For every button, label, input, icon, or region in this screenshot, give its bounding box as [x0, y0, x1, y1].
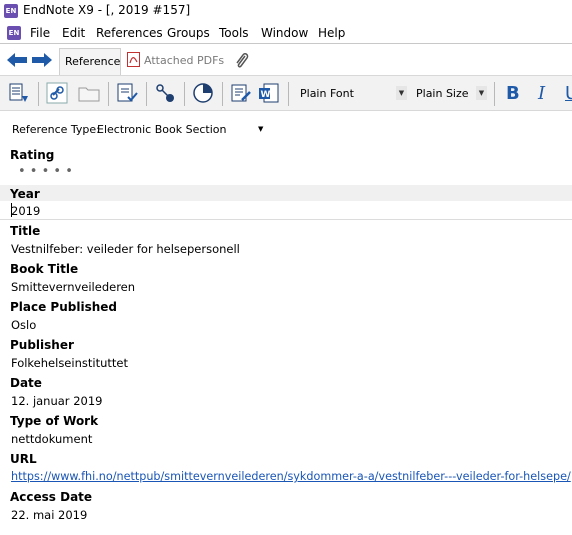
- menu-help[interactable]: Help: [318, 26, 345, 40]
- date-label: Date: [10, 376, 42, 390]
- url-link[interactable]: https://www.fhi.no/nettpub/smittevernvei…: [11, 470, 571, 483]
- find-duplicates-icon[interactable]: [154, 82, 176, 104]
- place-published-field[interactable]: Oslo: [11, 318, 36, 332]
- publisher-field[interactable]: Folkehelseinstituttet: [11, 356, 128, 370]
- toolbar-separator: [146, 82, 147, 106]
- svg-text:W: W: [261, 90, 271, 100]
- back-arrow-icon[interactable]: [7, 53, 27, 67]
- paperclip-icon[interactable]: [234, 52, 250, 70]
- font-select[interactable]: Plain Font ▼: [296, 84, 408, 104]
- title-label: Title: [10, 224, 41, 238]
- endnote-menu-icon[interactable]: EN: [7, 26, 21, 40]
- insert-citation-icon[interactable]: [8, 82, 30, 104]
- year-label: Year: [10, 187, 40, 201]
- underline-button[interactable]: U: [565, 83, 572, 104]
- toolbar-separator: [494, 82, 495, 106]
- menu-window[interactable]: Window: [261, 26, 308, 40]
- toolbar-separator: [38, 82, 39, 106]
- toolbar-separator: [222, 82, 223, 106]
- rating-label: Rating: [10, 148, 55, 162]
- book-title-label: Book Title: [10, 262, 79, 276]
- menu-references[interactable]: References: [96, 26, 163, 40]
- menu-tools[interactable]: Tools: [219, 26, 249, 40]
- tab-bar: Reference Attached PDFs: [0, 44, 572, 76]
- folder-icon[interactable]: [78, 82, 100, 104]
- year-input[interactable]: 2019: [11, 204, 40, 218]
- size-select-value: Plain Size: [416, 87, 469, 100]
- formatting-toolbar: W Plain Font ▼ Plain Size ▼ B I U: [0, 75, 572, 111]
- size-select[interactable]: Plain Size ▼: [412, 84, 488, 104]
- title-field[interactable]: Vestnilfeber: veileder for helsepersonel…: [11, 242, 240, 256]
- reference-type-select[interactable]: Electronic Book Section: [97, 123, 226, 136]
- chevron-down-icon[interactable]: ▼: [476, 86, 487, 100]
- reference-type-label: Reference Type:: [12, 123, 100, 136]
- checklist-icon[interactable]: [116, 82, 138, 104]
- forward-arrow-icon[interactable]: [32, 53, 52, 67]
- link-icon[interactable]: [46, 82, 68, 104]
- book-title-field[interactable]: Smittevernveilederen: [11, 280, 135, 294]
- publisher-label: Publisher: [10, 338, 74, 352]
- toolbar-separator: [288, 82, 289, 106]
- year-input-area[interactable]: [0, 201, 572, 219]
- toolbar-separator: [184, 82, 185, 106]
- tab-attached-pdfs[interactable]: Attached PDFs: [144, 54, 224, 67]
- access-date-field[interactable]: 22. mai 2019: [11, 508, 87, 522]
- font-select-value: Plain Font: [300, 87, 354, 100]
- menu-bar: EN File Edit References Groups Tools Win…: [0, 22, 572, 44]
- pie-chart-icon[interactable]: [192, 82, 214, 104]
- title-bar: EN EndNote X9 - [, 2019 #157]: [0, 0, 572, 22]
- word-document-icon[interactable]: W: [258, 82, 280, 104]
- pdf-icon: [127, 52, 140, 67]
- type-of-work-label: Type of Work: [10, 414, 99, 428]
- chevron-down-icon[interactable]: ▼: [258, 125, 263, 133]
- endnote-logo-icon: EN: [4, 4, 18, 18]
- place-published-label: Place Published: [10, 300, 118, 314]
- menu-groups[interactable]: Groups: [167, 26, 210, 40]
- edit-document-icon[interactable]: [230, 82, 252, 104]
- date-field[interactable]: 12. januar 2019: [11, 394, 102, 408]
- reference-type-row: Reference Type: Electronic Book Section …: [0, 112, 572, 148]
- toolbar-separator: [108, 82, 109, 106]
- menu-file[interactable]: File: [30, 26, 50, 40]
- tab-reference[interactable]: Reference: [59, 48, 121, 76]
- type-of-work-field[interactable]: nettdokument: [11, 432, 92, 446]
- access-date-label: Access Date: [10, 490, 93, 504]
- url-label: URL: [10, 452, 37, 466]
- chevron-down-icon[interactable]: ▼: [396, 86, 407, 100]
- tab-reference-label: Reference: [65, 55, 121, 68]
- italic-button[interactable]: I: [538, 83, 545, 104]
- window-title: EndNote X9 - [, 2019 #157]: [23, 3, 191, 17]
- text-cursor: [11, 203, 12, 217]
- bold-button[interactable]: B: [506, 83, 520, 104]
- menu-edit[interactable]: Edit: [62, 26, 85, 40]
- rating-dots[interactable]: • • • • •: [18, 164, 73, 179]
